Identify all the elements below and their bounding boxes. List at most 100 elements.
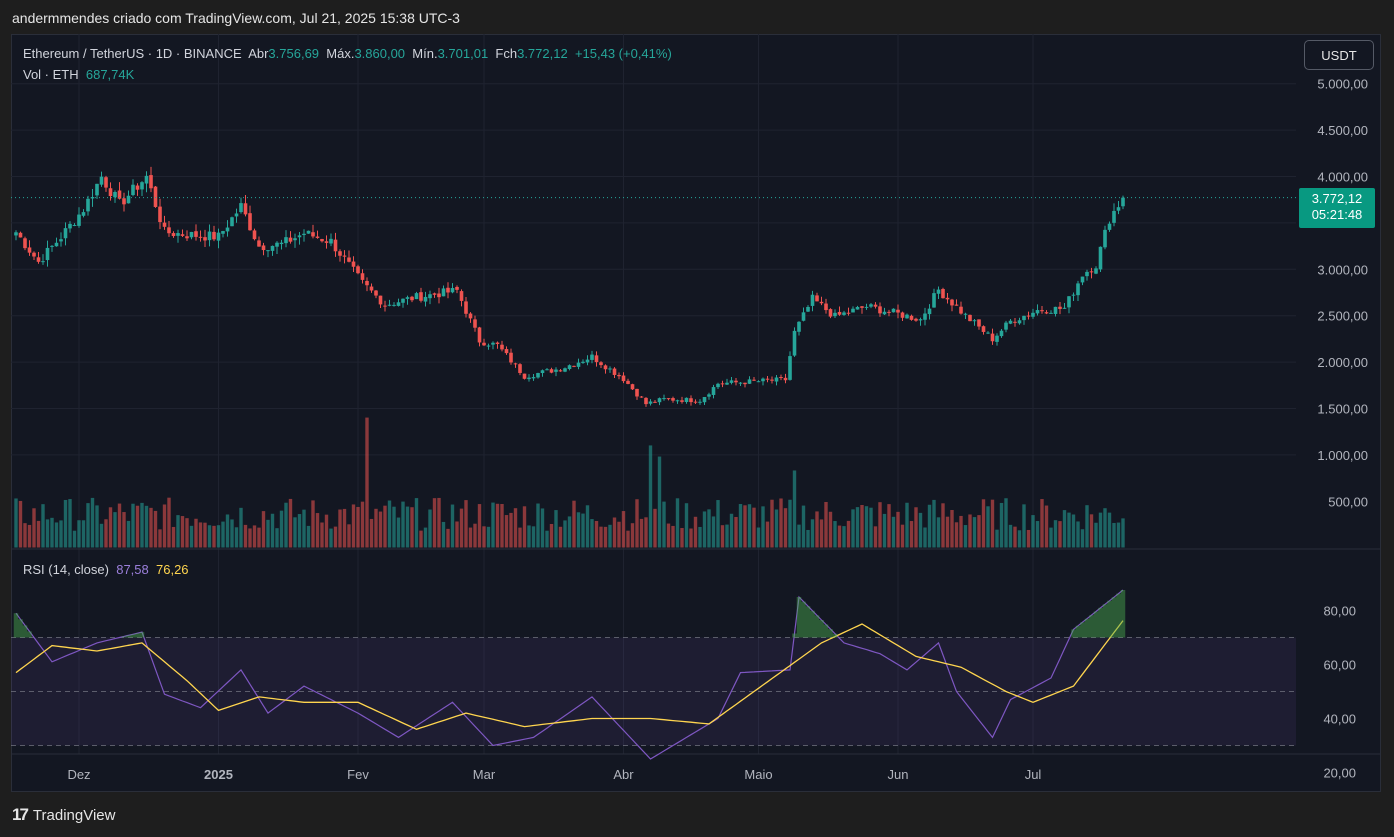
candle-body xyxy=(698,401,702,403)
candle-body xyxy=(446,287,450,293)
tradingview-brand[interactable]: 17 TradingView xyxy=(12,805,115,825)
candle-body xyxy=(972,320,977,322)
candle-body xyxy=(144,175,149,184)
candle-body xyxy=(1008,320,1013,324)
candle-body xyxy=(905,314,909,319)
candle-body xyxy=(603,365,608,370)
candle-body xyxy=(680,400,684,402)
volume-bar xyxy=(603,526,608,548)
candle-body xyxy=(1049,312,1053,314)
volume-bar xyxy=(468,527,473,548)
candle-body xyxy=(365,280,369,286)
volume-bar xyxy=(72,530,77,548)
volume-bar xyxy=(801,505,806,548)
volume-bar xyxy=(360,501,365,548)
volume-bar xyxy=(248,528,252,548)
candle-body xyxy=(234,213,239,217)
volume-bar xyxy=(837,525,842,548)
volume-bar xyxy=(1013,526,1017,548)
volume-bar xyxy=(756,527,761,548)
currency-unit-button[interactable]: USDT xyxy=(1304,40,1374,70)
candle-body xyxy=(590,354,594,360)
low-label: Mín. xyxy=(412,46,438,61)
high-value: 3.860,00 xyxy=(354,46,406,61)
volume-bar xyxy=(554,510,558,548)
volume-bar xyxy=(297,514,302,548)
volume-bar xyxy=(617,521,621,548)
volume-bar xyxy=(113,512,117,548)
candle-body xyxy=(963,313,968,315)
candle-body xyxy=(126,195,131,204)
open-label: Abr xyxy=(248,46,269,61)
candle-body xyxy=(945,297,950,300)
volume-label[interactable]: Vol · ETH xyxy=(23,67,79,82)
volume-bar xyxy=(500,504,504,548)
volume-bar xyxy=(1049,527,1053,548)
candle-body xyxy=(464,301,468,314)
candle-body xyxy=(720,383,725,385)
candle-body xyxy=(810,294,815,306)
volume-bar xyxy=(320,522,324,548)
volume-bar xyxy=(905,502,909,548)
volume-bar xyxy=(626,530,630,548)
current-price-tag: 3.772,12 05:21:48 xyxy=(1299,188,1375,228)
rsi-axis-label: 40,00 xyxy=(1323,712,1356,727)
volume-bar xyxy=(1098,512,1103,548)
volume-bar xyxy=(140,502,144,548)
volume-bar xyxy=(725,524,729,548)
volume-bar xyxy=(644,517,648,548)
volume-bar xyxy=(432,498,437,548)
price-axis-label: 4.500,00 xyxy=(1317,123,1368,138)
candle-body xyxy=(185,236,189,239)
candle-body xyxy=(626,380,630,384)
time-axis-label: Dez xyxy=(67,767,90,782)
volume-bar xyxy=(608,524,612,548)
candle-body xyxy=(216,232,221,241)
candle-body xyxy=(563,368,567,372)
volume-bar xyxy=(122,512,126,548)
candle-body xyxy=(819,301,824,304)
volume-bar xyxy=(410,507,414,548)
candle-body xyxy=(549,369,554,373)
close-label: Fch xyxy=(495,46,518,61)
volume-bar xyxy=(414,498,419,548)
candle-body xyxy=(630,384,635,390)
candle-body xyxy=(509,352,513,363)
volume-bar xyxy=(329,528,333,548)
candle-body xyxy=(221,231,225,234)
volume-bar xyxy=(149,507,153,548)
volume-bar xyxy=(698,526,702,548)
candle-body xyxy=(981,326,986,332)
open-value: 3.756,69 xyxy=(268,46,320,61)
brand-name: TradingView xyxy=(32,806,116,824)
volume-bar xyxy=(491,502,495,548)
candle-body xyxy=(477,327,482,343)
rsi-label[interactable]: RSI (14, close) xyxy=(23,562,109,577)
candle-body xyxy=(135,185,140,190)
candle-body xyxy=(716,383,720,388)
volume-bar xyxy=(567,516,572,548)
candle-body xyxy=(104,177,108,188)
volume-bar xyxy=(936,517,941,548)
candle-body xyxy=(707,394,711,397)
volume-bar xyxy=(1076,521,1080,548)
symbol-label[interactable]: Ethereum / TetherUS · 1D · BINANCE xyxy=(23,46,242,61)
candle-body xyxy=(738,382,743,384)
chart-canvas[interactable]: 5.000,00 4.500,00 4.000,00 3.000,00 2.500,00… xyxy=(11,34,1381,792)
volume-bar xyxy=(1058,521,1062,548)
candle-body xyxy=(95,183,99,196)
candle-body xyxy=(239,203,243,213)
volume-bar xyxy=(968,514,972,548)
volume-bar xyxy=(203,522,207,548)
volume-bar xyxy=(797,524,801,548)
candle-body xyxy=(666,398,671,400)
candle-body xyxy=(410,296,414,301)
volume-bar xyxy=(338,509,342,548)
volume-bar xyxy=(45,519,50,548)
volume-bar xyxy=(171,526,176,548)
candle-body xyxy=(63,228,68,239)
candle-body xyxy=(131,184,135,196)
candle-body xyxy=(207,231,212,241)
volume-bar xyxy=(239,507,243,548)
volume-bar xyxy=(635,499,639,548)
